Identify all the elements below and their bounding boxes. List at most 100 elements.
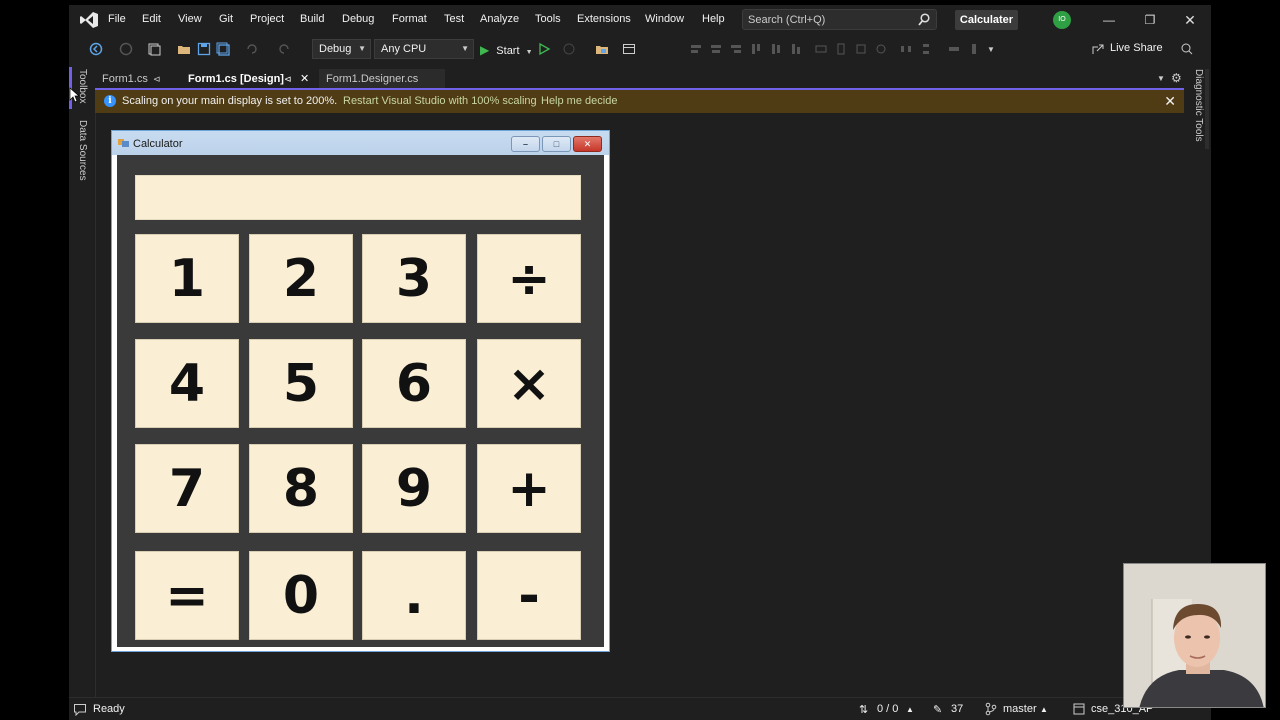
key-divide[interactable]: ÷ [477, 234, 581, 323]
screen: File Edit View Git Project Build Debug F… [0, 0, 1280, 720]
changes-count[interactable]: 0 / 0 [877, 703, 898, 715]
menu-file[interactable]: File [108, 13, 126, 25]
scrollbar-track[interactable] [1205, 69, 1209, 149]
output-icon [74, 704, 86, 716]
key-multiply[interactable]: × [477, 339, 581, 428]
menu-git[interactable]: Git [219, 13, 233, 25]
key-9[interactable]: 9 [362, 444, 466, 533]
calculator-form[interactable]: Calculator – □ ✕ 1 2 3 ÷ 4 5 6 × 7 8 9 +… [111, 130, 610, 652]
pin-icon[interactable]: ⊲ [284, 69, 292, 89]
calculator-display[interactable] [135, 175, 581, 220]
size-to-grid-icon[interactable] [874, 42, 888, 56]
navigate-back-icon[interactable] [89, 42, 103, 56]
key-minus[interactable]: - [477, 551, 581, 640]
menu-window[interactable]: Window [645, 13, 684, 25]
undo-icon[interactable] [245, 42, 259, 56]
menu-format[interactable]: Format [392, 13, 427, 25]
restore-icon[interactable]: ❐ [1142, 12, 1158, 28]
align-lefts-icon[interactable] [689, 42, 703, 56]
start-without-debugging-icon[interactable] [537, 42, 551, 56]
menu-view[interactable]: View [178, 13, 202, 25]
feedback-icon[interactable] [1180, 42, 1194, 56]
solution-explorer-icon[interactable] [595, 42, 609, 56]
live-share-button[interactable]: Live Share [1110, 42, 1163, 54]
pin-icon[interactable]: ⊲ [153, 69, 161, 89]
key-plus[interactable]: + [477, 444, 581, 533]
horizontal-spacing-icon[interactable] [899, 42, 913, 56]
center-vertically-icon[interactable] [967, 42, 981, 56]
chevron-down-icon: ▼ [461, 44, 469, 53]
form-close-button[interactable]: ✕ [573, 136, 602, 152]
key-6[interactable]: 6 [362, 339, 466, 428]
align-tops-icon[interactable] [749, 42, 763, 56]
live-share-icon [1092, 44, 1104, 54]
settings-gear-icon[interactable]: ⚙ [1171, 71, 1182, 85]
key-8[interactable]: 8 [249, 444, 353, 533]
make-same-width-icon[interactable] [814, 42, 828, 56]
minimize-icon[interactable]: — [1101, 12, 1117, 28]
align-bottoms-icon[interactable] [789, 42, 803, 56]
make-same-size-icon[interactable] [854, 42, 868, 56]
tab-form1-cs[interactable]: Form1.cs ⊲ [95, 69, 181, 89]
form-maximize-button[interactable]: □ [542, 136, 571, 152]
navigate-forward-icon[interactable] [119, 42, 133, 56]
save-all-icon[interactable] [216, 42, 230, 56]
close-tab-icon[interactable]: ✕ [300, 69, 309, 89]
presenter-video-image [1124, 564, 1265, 707]
chevron-up-icon: ▲ [906, 705, 914, 714]
key-3[interactable]: 3 [362, 234, 466, 323]
close-icon[interactable]: ✕ [1164, 93, 1176, 110]
layout-icon[interactable] [622, 42, 636, 56]
solution-name-badge[interactable]: Calculater [955, 10, 1018, 30]
vertical-spacing-icon[interactable] [919, 42, 933, 56]
make-same-height-icon[interactable] [834, 42, 848, 56]
center-horizontally-icon[interactable] [947, 42, 961, 56]
help-me-decide-link[interactable]: Help me decide [541, 95, 617, 107]
align-centers-icon[interactable] [709, 42, 723, 56]
new-project-icon[interactable] [147, 42, 161, 56]
close-icon[interactable]: ✕ [1182, 12, 1198, 28]
account-avatar[interactable]: IO [1053, 11, 1071, 29]
search-box[interactable]: Search (Ctrl+Q) [742, 9, 937, 30]
start-debugging-button[interactable]: ▶ Start ▼ [480, 41, 533, 59]
tab-form1-design[interactable]: Form1.cs [Design] ⊲ ✕ [181, 69, 317, 89]
data-sources-tab[interactable]: Data Sources [77, 120, 88, 181]
hot-reload-icon[interactable] [562, 42, 576, 56]
open-folder-icon[interactable] [177, 42, 191, 56]
form-minimize-button[interactable]: – [511, 136, 540, 152]
tab-form1-designer-cs[interactable]: Form1.Designer.cs [319, 69, 445, 89]
diagnostic-tools-tab[interactable]: Diagnostic Tools [1193, 69, 1204, 142]
menu-build[interactable]: Build [300, 13, 324, 25]
key-1[interactable]: 1 [135, 234, 239, 323]
menu-edit[interactable]: Edit [142, 13, 161, 25]
form-title-bar: Calculator – □ ✕ [112, 131, 609, 155]
key-0[interactable]: 0 [249, 551, 353, 640]
save-icon[interactable] [197, 42, 211, 56]
key-equals[interactable]: = [135, 551, 239, 640]
tab-label: Form1.cs [Design] [188, 73, 284, 85]
align-middles-icon[interactable] [769, 42, 783, 56]
menu-debug[interactable]: Debug [342, 13, 374, 25]
menu-tools[interactable]: Tools [535, 13, 561, 25]
platform-dropdown[interactable]: Any CPU ▼ [374, 39, 474, 59]
menu-project[interactable]: Project [250, 13, 284, 25]
menu-extensions[interactable]: Extensions [577, 13, 631, 25]
configuration-dropdown[interactable]: Debug ▼ [312, 39, 371, 59]
redo-icon[interactable] [277, 42, 291, 56]
form-title: Calculator [133, 138, 183, 150]
key-decimal[interactable]: . [362, 551, 466, 640]
align-rights-icon[interactable] [729, 42, 743, 56]
key-2[interactable]: 2 [249, 234, 353, 323]
toolbar-overflow-icon[interactable]: ▼ [987, 45, 995, 54]
edits-count[interactable]: 37 [951, 703, 963, 715]
branch-name[interactable]: master [1003, 703, 1037, 715]
key-5[interactable]: 5 [249, 339, 353, 428]
menu-help[interactable]: Help [702, 13, 725, 25]
restart-scaling-link[interactable]: Restart Visual Studio with 100% scaling [343, 95, 537, 107]
git-branch-icon [985, 702, 997, 716]
key-4[interactable]: 4 [135, 339, 239, 428]
menu-test[interactable]: Test [444, 13, 464, 25]
menu-analyze[interactable]: Analyze [480, 13, 519, 25]
key-7[interactable]: 7 [135, 444, 239, 533]
tab-list-dropdown-icon[interactable]: ▼ [1157, 74, 1165, 83]
